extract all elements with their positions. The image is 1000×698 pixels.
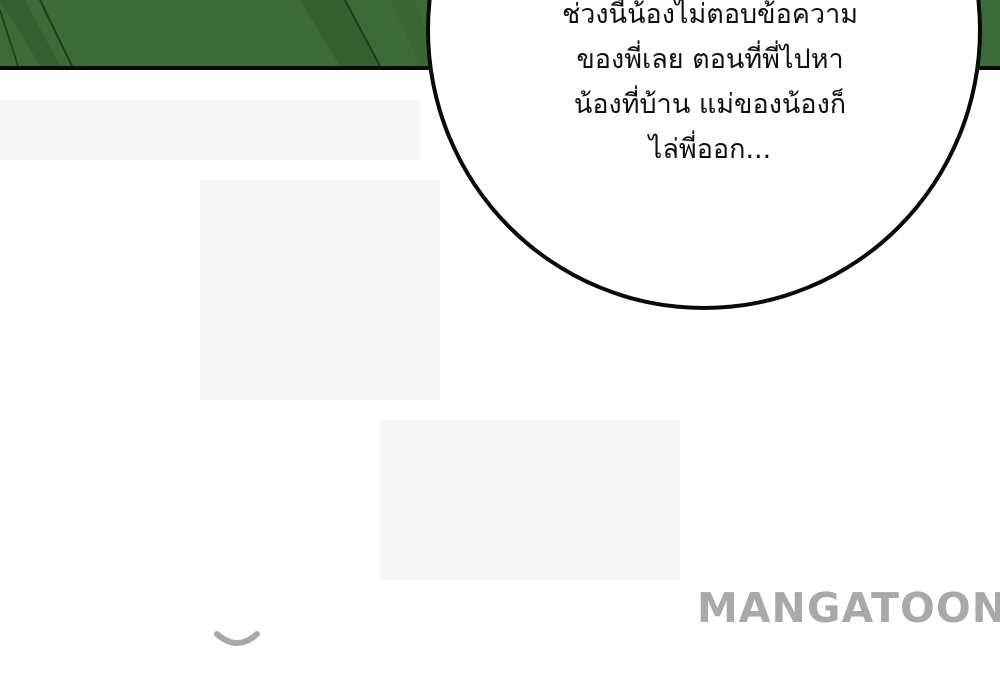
background-texture <box>0 100 420 160</box>
background-texture <box>380 420 680 580</box>
speech-line: น้องที่บ้าน แม่ของน้องก็ <box>573 89 847 120</box>
speech-bubble-text: ช่วงนี้น้องไม่ตอบข้อความ ของพี่เลย ตอนที… <box>480 0 940 165</box>
speech-line: ไล่พี่ออก... <box>648 134 772 165</box>
comic-page: ช่วงนี้น้องไม่ตอบข้อความ ของพี่เลย ตอนที… <box>0 0 1000 698</box>
smile-icon <box>214 631 260 646</box>
speech-line: ช่วงนี้น้องไม่ตอบข้อความ <box>561 0 859 30</box>
watermark-text: MANGATOON <box>697 584 1000 632</box>
watermark: MANGATOON <box>697 584 1000 654</box>
speech-line: ของพี่เลย ตอนที่พี่ไปหา <box>576 44 844 75</box>
background-texture <box>200 180 440 400</box>
